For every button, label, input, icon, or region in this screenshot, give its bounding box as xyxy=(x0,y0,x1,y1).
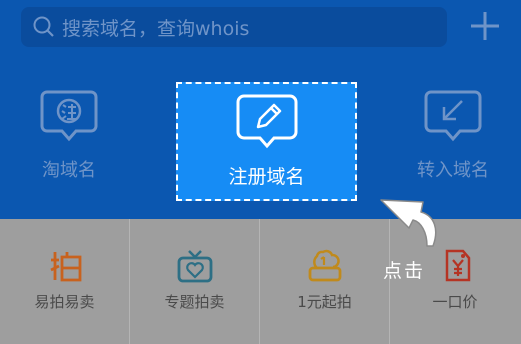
search-icon xyxy=(33,16,54,37)
transfer-domain-label: 转入域名 xyxy=(417,160,489,181)
auction-hand-icon xyxy=(49,252,81,282)
top-banner: 搜索域名，查询whois 淘域名 注册域名 转入域名 xyxy=(0,0,521,219)
coin-icon xyxy=(308,249,341,282)
tao-domain-button[interactable]: 淘域名 xyxy=(14,88,124,182)
search-placeholder: 搜索域名，查询whois xyxy=(62,17,250,40)
grid-item-label: 一口价 xyxy=(432,293,478,311)
grid-item-topic-auction[interactable]: 专题拍卖 xyxy=(130,219,260,344)
click-hint: 点击 xyxy=(377,190,457,282)
edit-icon xyxy=(236,94,297,149)
curved-arrow-icon xyxy=(380,199,437,247)
grid-item-label: 1元起拍 xyxy=(297,293,352,311)
tv-heart-icon xyxy=(177,250,212,283)
tao-icon xyxy=(40,90,98,142)
search-input[interactable]: 搜索域名，查询whois xyxy=(21,7,447,47)
transfer-icon xyxy=(424,90,482,142)
register-domain-label: 注册域名 xyxy=(228,166,305,188)
plus-icon[interactable] xyxy=(468,8,502,44)
grid-item-one-yuan[interactable]: 1元起拍 xyxy=(260,219,390,344)
tao-domain-label: 淘域名 xyxy=(42,160,96,181)
register-domain-button[interactable]: 注册域名 xyxy=(176,82,357,201)
click-hint-label: 点击 xyxy=(383,260,426,282)
grid-item-easy-auction[interactable]: 易拍易卖 xyxy=(0,219,130,344)
grid-item-label: 专题拍卖 xyxy=(164,293,225,311)
transfer-domain-button[interactable]: 转入域名 xyxy=(398,88,508,182)
grid-item-label: 易拍易卖 xyxy=(34,293,95,311)
